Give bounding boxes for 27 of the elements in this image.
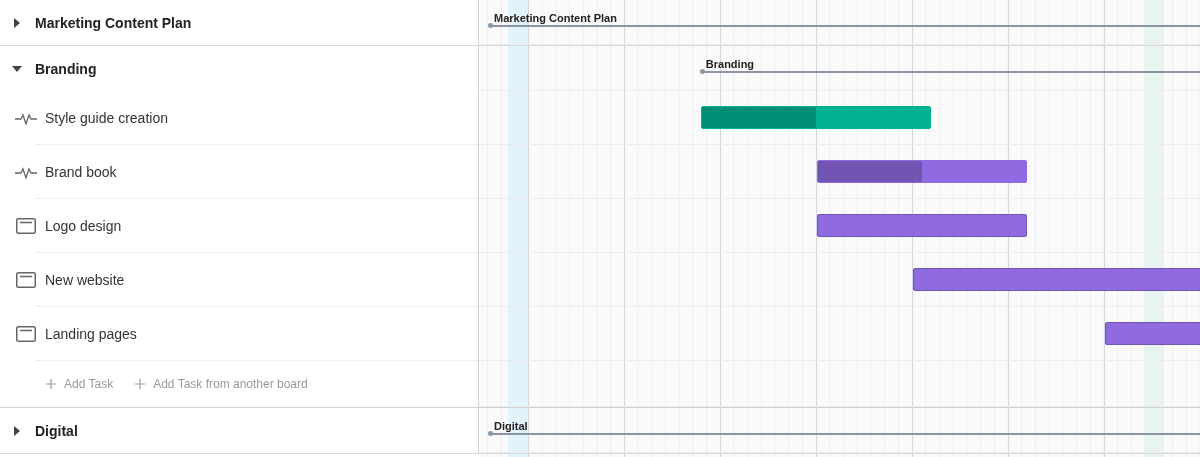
summary-bar[interactable]: [488, 431, 1200, 436]
task-name[interactable]: New website: [45, 272, 125, 288]
caret-right-icon: [14, 425, 20, 436]
group-name[interactable]: Branding: [35, 60, 97, 77]
task-bar[interactable]: [817, 160, 1027, 183]
pulse-icon: [15, 111, 37, 125]
caret-down-icon: [12, 65, 22, 72]
group-name[interactable]: Marketing Content Plan: [35, 14, 192, 31]
task-bar[interactable]: [701, 106, 931, 129]
task-name[interactable]: Brand book: [45, 164, 117, 180]
task-name[interactable]: Logo design: [45, 218, 122, 234]
task-bar[interactable]: [817, 214, 1027, 237]
plus-icon: [46, 379, 56, 389]
card-icon: [16, 326, 36, 342]
summary-bar[interactable]: [488, 23, 1200, 28]
pulse-icon: [15, 165, 37, 179]
plus-icon: [135, 379, 146, 389]
task-name[interactable]: Landing pages: [45, 326, 137, 342]
group-name[interactable]: Digital: [35, 422, 78, 439]
summary-label: Marketing Content Plan: [494, 12, 617, 24]
card-icon: [16, 272, 36, 288]
summary-label: Branding: [705, 58, 755, 70]
task-name[interactable]: Style guide creation: [45, 110, 168, 126]
summary-bar[interactable]: [699, 69, 1200, 74]
card-icon: [16, 218, 36, 234]
caret-right-icon: [14, 17, 20, 28]
summary-label: Digital: [494, 420, 528, 432]
